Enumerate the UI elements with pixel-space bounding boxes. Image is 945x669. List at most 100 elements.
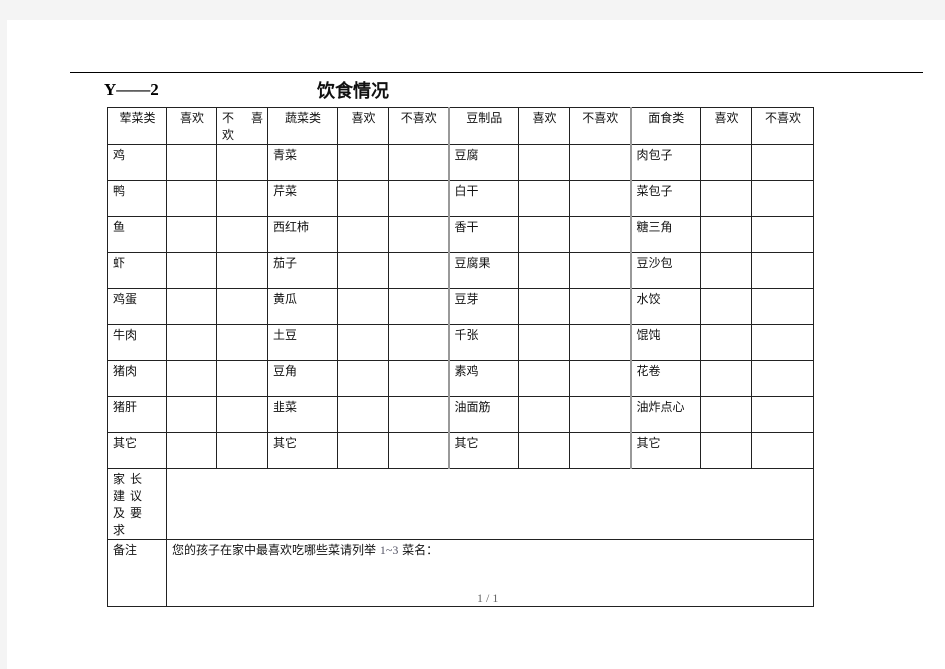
header-veg: 蔬菜类 xyxy=(267,107,338,145)
soy-like-cell[interactable] xyxy=(518,216,570,253)
veg-dislike-cell[interactable] xyxy=(388,252,449,289)
veg-item-name: 其它 xyxy=(267,432,338,469)
flour-item-name: 其它 xyxy=(629,432,701,469)
flour-dislike-cell[interactable] xyxy=(751,144,814,181)
flour-dislike-cell[interactable] xyxy=(751,288,814,325)
veg-item-name: 土豆 xyxy=(267,324,338,361)
meat-dislike-cell[interactable] xyxy=(216,432,268,469)
veg-item-name: 豆角 xyxy=(267,360,338,397)
flour-like-cell[interactable] xyxy=(700,288,752,325)
soy-dislike-cell[interactable] xyxy=(569,216,631,253)
document-code: Y——2 xyxy=(104,80,159,99)
meat-dislike-cell[interactable] xyxy=(216,396,268,433)
soy-like-cell[interactable] xyxy=(518,324,570,361)
veg-like-cell[interactable] xyxy=(337,360,389,397)
soy-item-name: 白干 xyxy=(447,180,519,217)
flour-dislike-cell[interactable] xyxy=(751,360,814,397)
remarks-label: 备注 xyxy=(107,539,167,607)
flour-like-cell[interactable] xyxy=(700,360,752,397)
veg-like-cell[interactable] xyxy=(337,324,389,361)
meat-dislike-cell[interactable] xyxy=(216,216,268,253)
flour-dislike-cell[interactable] xyxy=(751,396,814,433)
flour-dislike-cell[interactable] xyxy=(751,180,814,217)
flour-like-cell[interactable] xyxy=(700,252,752,289)
veg-like-cell[interactable] xyxy=(337,144,389,181)
soy-dislike-cell[interactable] xyxy=(569,432,631,469)
veg-item-name: 黄瓜 xyxy=(267,288,338,325)
table-row: 其它 其它 其它 其它 xyxy=(107,432,814,469)
veg-like-cell[interactable] xyxy=(337,396,389,433)
flour-like-cell[interactable] xyxy=(700,396,752,433)
veg-dislike-cell[interactable] xyxy=(388,432,449,469)
meat-dislike-cell[interactable] xyxy=(216,324,268,361)
veg-dislike-cell[interactable] xyxy=(388,360,449,397)
veg-dislike-cell[interactable] xyxy=(388,288,449,325)
flour-dislike-cell[interactable] xyxy=(751,252,814,289)
soy-like-cell[interactable] xyxy=(518,432,570,469)
veg-like-cell[interactable] xyxy=(337,288,389,325)
meat-item-name: 猪肝 xyxy=(107,396,167,433)
meat-like-cell[interactable] xyxy=(166,396,217,433)
soy-dislike-cell[interactable] xyxy=(569,288,631,325)
soy-like-cell[interactable] xyxy=(518,252,570,289)
flour-like-cell[interactable] xyxy=(700,324,752,361)
veg-dislike-cell[interactable] xyxy=(388,180,449,217)
flour-like-cell[interactable] xyxy=(700,432,752,469)
soy-dislike-cell[interactable] xyxy=(569,360,631,397)
veg-dislike-cell[interactable] xyxy=(388,144,449,181)
flour-item-name: 菜包子 xyxy=(629,180,701,217)
meat-like-cell[interactable] xyxy=(166,216,217,253)
veg-item-name: 韭菜 xyxy=(267,396,338,433)
soy-like-cell[interactable] xyxy=(518,288,570,325)
veg-like-cell[interactable] xyxy=(337,252,389,289)
meat-dislike-cell[interactable] xyxy=(216,288,268,325)
veg-like-cell[interactable] xyxy=(337,432,389,469)
meat-dislike-cell[interactable] xyxy=(216,180,268,217)
header-rule xyxy=(70,72,923,73)
soy-dislike-cell[interactable] xyxy=(569,396,631,433)
soy-like-cell[interactable] xyxy=(518,180,570,217)
soy-dislike-cell[interactable] xyxy=(569,144,631,181)
veg-like-cell[interactable] xyxy=(337,216,389,253)
soy-like-cell[interactable] xyxy=(518,396,570,433)
meat-dislike-cell[interactable] xyxy=(216,144,268,181)
veg-dislike-cell[interactable] xyxy=(388,324,449,361)
meat-like-cell[interactable] xyxy=(166,360,217,397)
flour-item-name: 油炸点心 xyxy=(629,396,701,433)
soy-like-cell[interactable] xyxy=(518,144,570,181)
flour-dislike-cell[interactable] xyxy=(751,432,814,469)
veg-item-name: 茄子 xyxy=(267,252,338,289)
table-row: 鸭 芹菜 白干 菜包子 xyxy=(107,180,814,217)
flour-dislike-cell[interactable] xyxy=(751,216,814,253)
meat-like-cell[interactable] xyxy=(166,288,217,325)
parent-advice-field[interactable] xyxy=(166,468,814,540)
header-flour-dislike: 不喜欢 xyxy=(751,107,814,145)
flour-like-cell[interactable] xyxy=(700,216,752,253)
veg-item-name: 芹菜 xyxy=(267,180,338,217)
flour-like-cell[interactable] xyxy=(700,144,752,181)
soy-item-name: 油面筋 xyxy=(447,396,519,433)
document-title: 饮食情况 xyxy=(317,81,389,102)
meat-like-cell[interactable] xyxy=(166,324,217,361)
meat-like-cell[interactable] xyxy=(166,432,217,469)
table-row: 鱼 西红柿 香干 糖三角 xyxy=(107,216,814,253)
flour-item-name: 糖三角 xyxy=(629,216,701,253)
meat-like-cell[interactable] xyxy=(166,144,217,181)
meat-item-name: 鸭 xyxy=(107,180,167,217)
veg-dislike-cell[interactable] xyxy=(388,216,449,253)
meat-like-cell[interactable] xyxy=(166,252,217,289)
soy-like-cell[interactable] xyxy=(518,360,570,397)
meat-dislike-cell[interactable] xyxy=(216,252,268,289)
veg-dislike-cell[interactable] xyxy=(388,396,449,433)
flour-dislike-cell[interactable] xyxy=(751,324,814,361)
table-header-row: 荤菜类 喜欢 不 喜 欢 蔬菜类 喜欢 不喜欢 豆制品 喜欢 不喜欢 面食类 喜… xyxy=(107,107,814,145)
veg-like-cell[interactable] xyxy=(337,180,389,217)
soy-dislike-cell[interactable] xyxy=(569,180,631,217)
soy-dislike-cell[interactable] xyxy=(569,252,631,289)
flour-like-cell[interactable] xyxy=(700,180,752,217)
veg-item-name: 西红柿 xyxy=(267,216,338,253)
meat-dislike-cell[interactable] xyxy=(216,360,268,397)
soy-dislike-cell[interactable] xyxy=(569,324,631,361)
meat-like-cell[interactable] xyxy=(166,180,217,217)
soy-item-name: 豆腐 xyxy=(447,144,519,181)
